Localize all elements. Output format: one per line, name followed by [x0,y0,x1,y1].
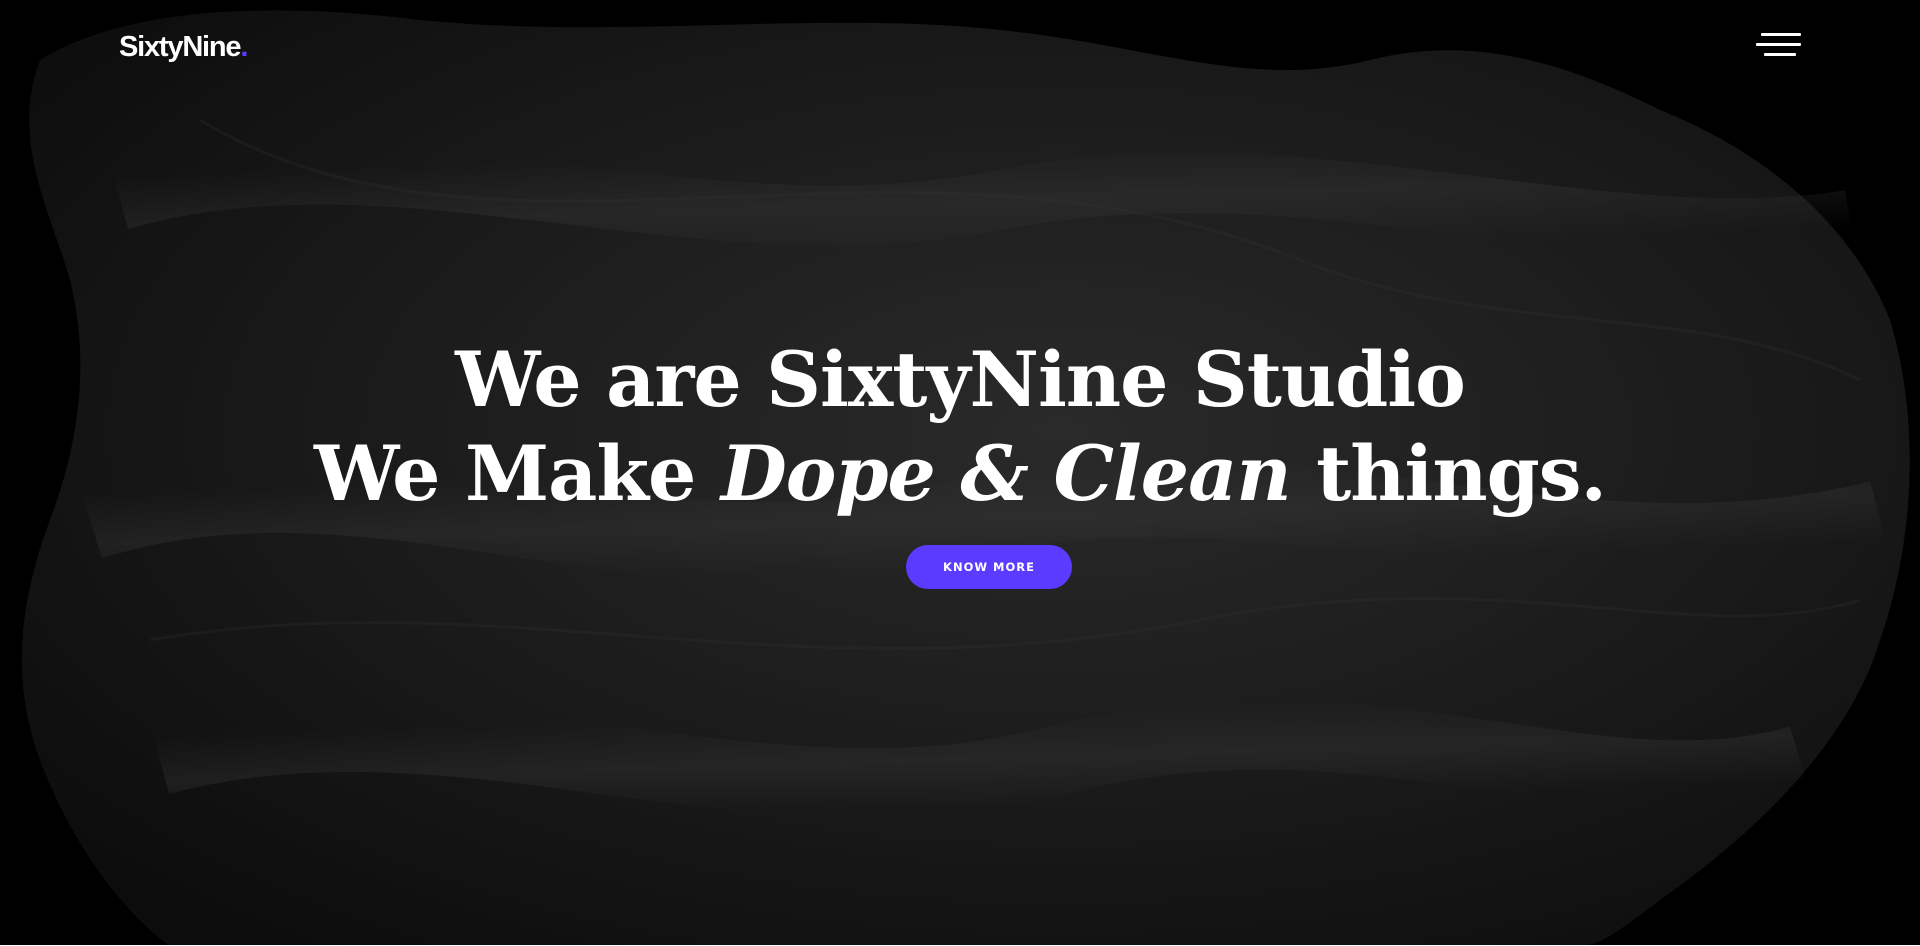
logo-text: SixtyNine [119,31,242,63]
know-more-button[interactable]: KNOW MORE [906,545,1072,589]
headline-line-2-italic: Dope & Clean [720,429,1292,518]
menu-bar-top [1761,33,1801,36]
hamburger-menu-icon[interactable] [1756,31,1802,61]
menu-bar-bottom [1764,53,1796,56]
site-logo[interactable]: SixtyNine. [119,29,248,65]
hero-headline: We are SixtyNine Studio We Make Dope & C… [0,333,1920,521]
headline-line-2-start: We Make [314,429,721,518]
logo-dot: . [240,31,248,63]
hero-section: SixtyNine. We are SixtyNine Studio We Ma… [0,0,1920,946]
menu-bar-middle [1756,43,1801,46]
headline-line-2: We Make Dope & Clean things. [0,427,1920,521]
headline-line-2-end: things. [1290,429,1607,518]
headline-line-1: We are SixtyNine Studio [455,335,1466,424]
